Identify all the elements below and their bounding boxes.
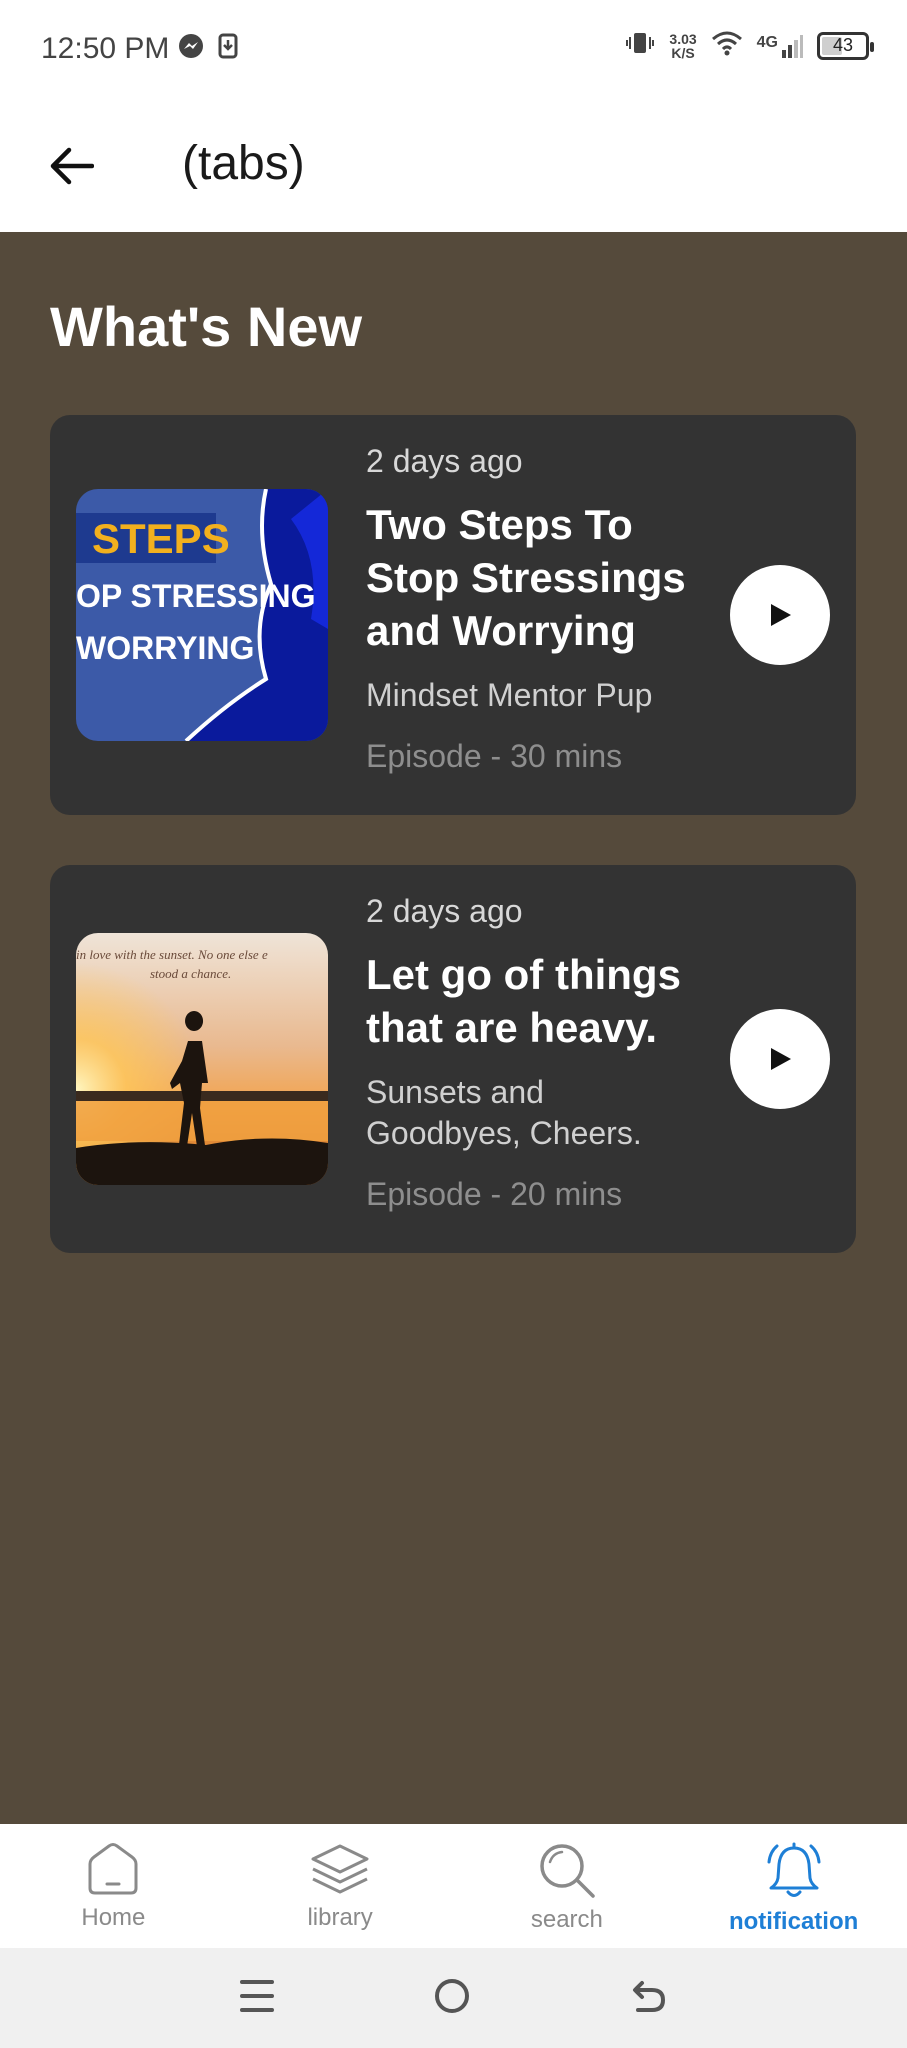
arrow-left-icon [50,147,94,185]
nav-item-notification[interactable]: notification [680,1824,907,1948]
back-button[interactable] [40,134,104,198]
episode-author: Sunsets and Goodbyes, Cheers. [366,1074,642,1151]
bottom-nav: Home library search notification [0,1824,907,1948]
menu-icon[interactable] [239,1977,275,2020]
episode-thumbnail: in love with the sunset. No one else e s… [76,933,328,1185]
nav-label: search [530,1906,603,1933]
network-speed: 3.03 K/S [669,30,697,61]
status-time: 12:50 PM [41,32,170,65]
nav-item-library[interactable]: library [227,1824,454,1948]
thumbnail-text: stood a chance. [150,966,231,981]
nav-label: library [307,1904,373,1931]
episode-card[interactable]: in love with the sunset. No one else e s… [50,865,856,1253]
episode-title: Let go of things that are heavy. [366,951,681,1051]
play-button[interactable] [730,565,830,665]
nav-item-search[interactable]: search [454,1824,681,1948]
system-nav-bar [0,1948,907,2048]
thumbnail-text: STEPS [92,515,230,562]
nav-label: Home [81,1904,146,1931]
nav-item-home[interactable]: Home [0,1824,227,1948]
page-title: (tabs) [182,137,305,190]
play-button[interactable] [730,1009,830,1109]
app-bar: (tabs) [0,100,907,232]
episode-date: 2 days ago [366,443,523,479]
bell-icon [767,1842,821,1897]
download-icon [218,33,238,64]
cellular-signal-icon: 4G [757,34,803,58]
play-icon [771,1048,791,1070]
section-title: What's New [50,295,363,358]
home-icon [88,1843,138,1895]
messenger-icon [178,33,204,64]
episode-duration: Episode - 30 mins [366,738,623,774]
episode-date: 2 days ago [366,893,523,929]
episode-thumbnail: STEPS OP STRESSING WORRYING [76,489,328,741]
battery-indicator: 43 [817,31,874,60]
episode-duration: Episode - 20 mins [366,1176,623,1212]
play-icon [771,604,791,626]
home-circle-icon[interactable] [433,1977,471,2020]
thumbnail-text: in love with the sunset. No one else e [76,947,268,962]
main-content: What's New STEPS OP STRESSING WORRYING 2… [0,232,907,1824]
layers-icon [311,1844,369,1894]
episode-author: Mindset Mentor Pup [366,677,653,713]
thumbnail-text: OP STRESSING [76,578,315,614]
episode-title: Two Steps To Stop Stressings and Worryin… [366,501,686,654]
vibrate-icon [625,30,655,61]
back-nav-icon[interactable] [630,1977,668,2020]
status-bar: 12:50 PM 3.03 K/S 4G 43 [0,0,907,100]
search-icon [540,1844,595,1898]
wifi-icon [711,30,743,61]
episode-card[interactable]: STEPS OP STRESSING WORRYING 2 days ago T… [50,415,856,815]
nav-label: notification [728,1908,859,1935]
thumbnail-text: WORRYING [76,630,254,666]
